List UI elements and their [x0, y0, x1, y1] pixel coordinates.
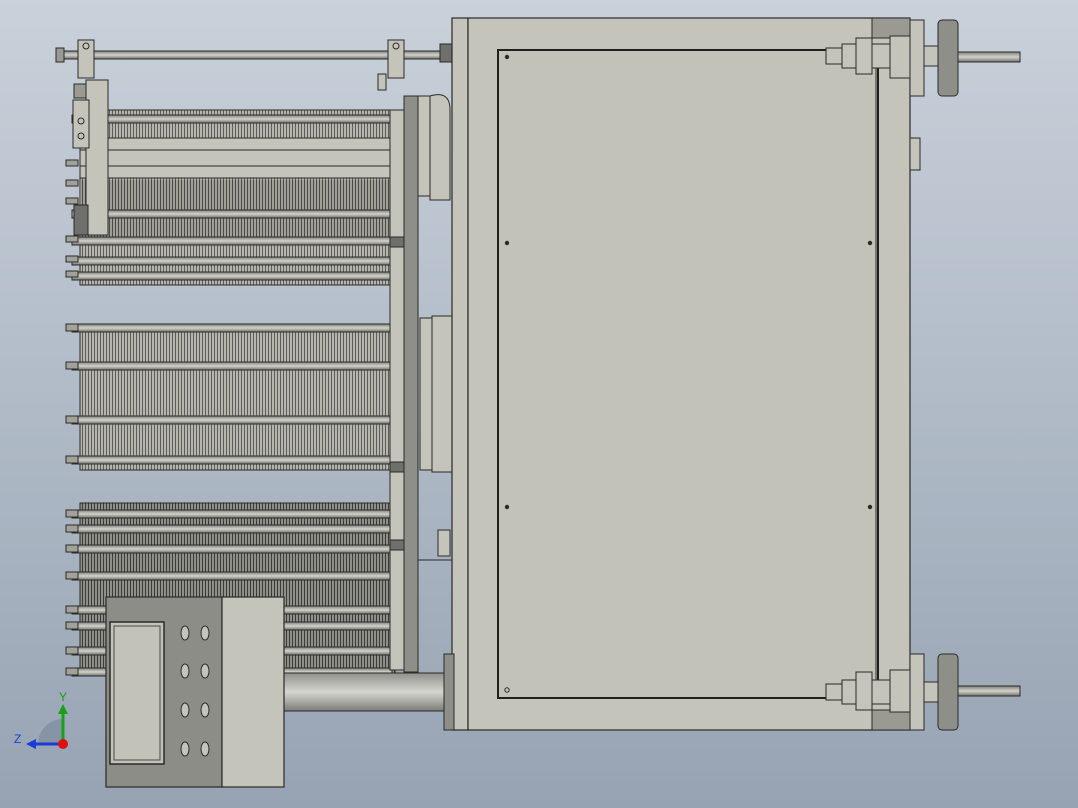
- coordinate-triad: Y Z: [14, 690, 68, 749]
- cad-viewport[interactable]: Y Z: [0, 0, 1078, 808]
- top-rail[interactable]: [55, 39, 453, 91]
- x-axis-dot: [58, 739, 68, 749]
- z-axis-label: Z: [14, 732, 21, 746]
- fin-block-middle[interactable]: [65, 323, 396, 471]
- control-box[interactable]: [105, 596, 285, 788]
- backing-plates[interactable]: [389, 94, 453, 673]
- fin-block-top[interactable]: [65, 109, 446, 286]
- main-housing[interactable]: [451, 17, 921, 731]
- y-axis-label: Y: [59, 690, 67, 704]
- side-bracket[interactable]: [72, 79, 109, 236]
- cad-model-drawing[interactable]: Y Z: [0, 0, 1078, 808]
